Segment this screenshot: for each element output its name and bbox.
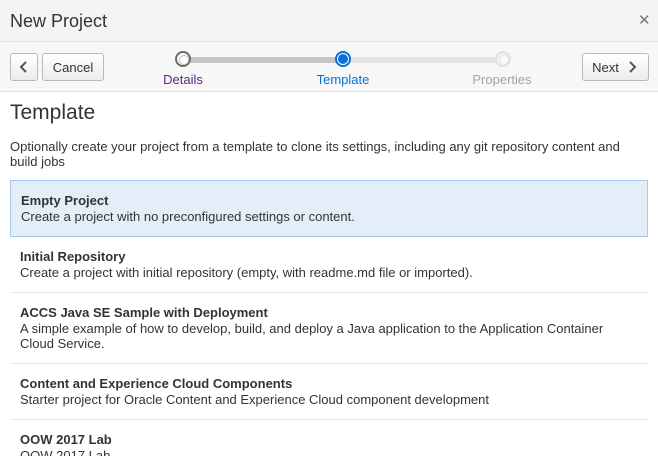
train-label-details[interactable]: Details — [133, 72, 233, 87]
template-description: Create a project with initial repository… — [20, 265, 473, 280]
train-label-template[interactable]: Template — [293, 72, 393, 87]
template-item-empty-project[interactable]: Empty Project Create a project with no p… — [10, 180, 648, 237]
chevron-left-icon — [19, 61, 27, 73]
train-label-properties: Properties — [472, 72, 532, 87]
template-title: Content and Experience Cloud Components — [20, 376, 293, 391]
template-title: Empty Project — [21, 193, 109, 208]
template-description: Starter project for Oracle Content and E… — [20, 392, 489, 407]
page-description: Optionally create your project from a te… — [10, 139, 620, 169]
dialog-header: New Project ✕ — [0, 0, 658, 42]
template-item-oow-2017-lab[interactable]: OOW 2017 Lab OOW 2017 Lab — [10, 420, 648, 456]
page-title: Template — [10, 101, 96, 124]
train-stop-details[interactable] — [175, 51, 191, 67]
train-stop-properties — [495, 51, 511, 67]
template-item-content-experience[interactable]: Content and Experience Cloud Components … — [10, 364, 648, 420]
template-title: OOW 2017 Lab — [20, 432, 112, 447]
train-progress-visited — [183, 57, 343, 63]
template-title: Initial Repository — [20, 249, 126, 264]
cancel-button[interactable]: Cancel — [42, 53, 104, 81]
dialog-title: New Project — [10, 11, 108, 31]
template-description: Create a project with no preconfigured s… — [21, 209, 355, 224]
template-item-accs-java-se[interactable]: ACCS Java SE Sample with Deployment A si… — [10, 293, 648, 364]
next-button-label: Next — [592, 59, 619, 75]
train-stop-template[interactable] — [335, 51, 351, 67]
template-title: ACCS Java SE Sample with Deployment — [20, 305, 268, 320]
train-progress-remaining — [343, 57, 503, 63]
template-description: OOW 2017 Lab — [20, 448, 111, 456]
back-button[interactable] — [10, 53, 38, 81]
wizard-train-bar: Cancel Details Template Properties Next — [0, 42, 658, 92]
template-description: A simple example of how to develop, buil… — [20, 321, 604, 351]
template-item-initial-repository[interactable]: Initial Repository Create a project with… — [10, 237, 648, 293]
next-button[interactable]: Next — [582, 53, 649, 81]
template-list: Empty Project Create a project with no p… — [10, 180, 648, 456]
chevron-right-icon — [629, 61, 637, 73]
close-icon[interactable]: ✕ — [638, 13, 651, 28]
